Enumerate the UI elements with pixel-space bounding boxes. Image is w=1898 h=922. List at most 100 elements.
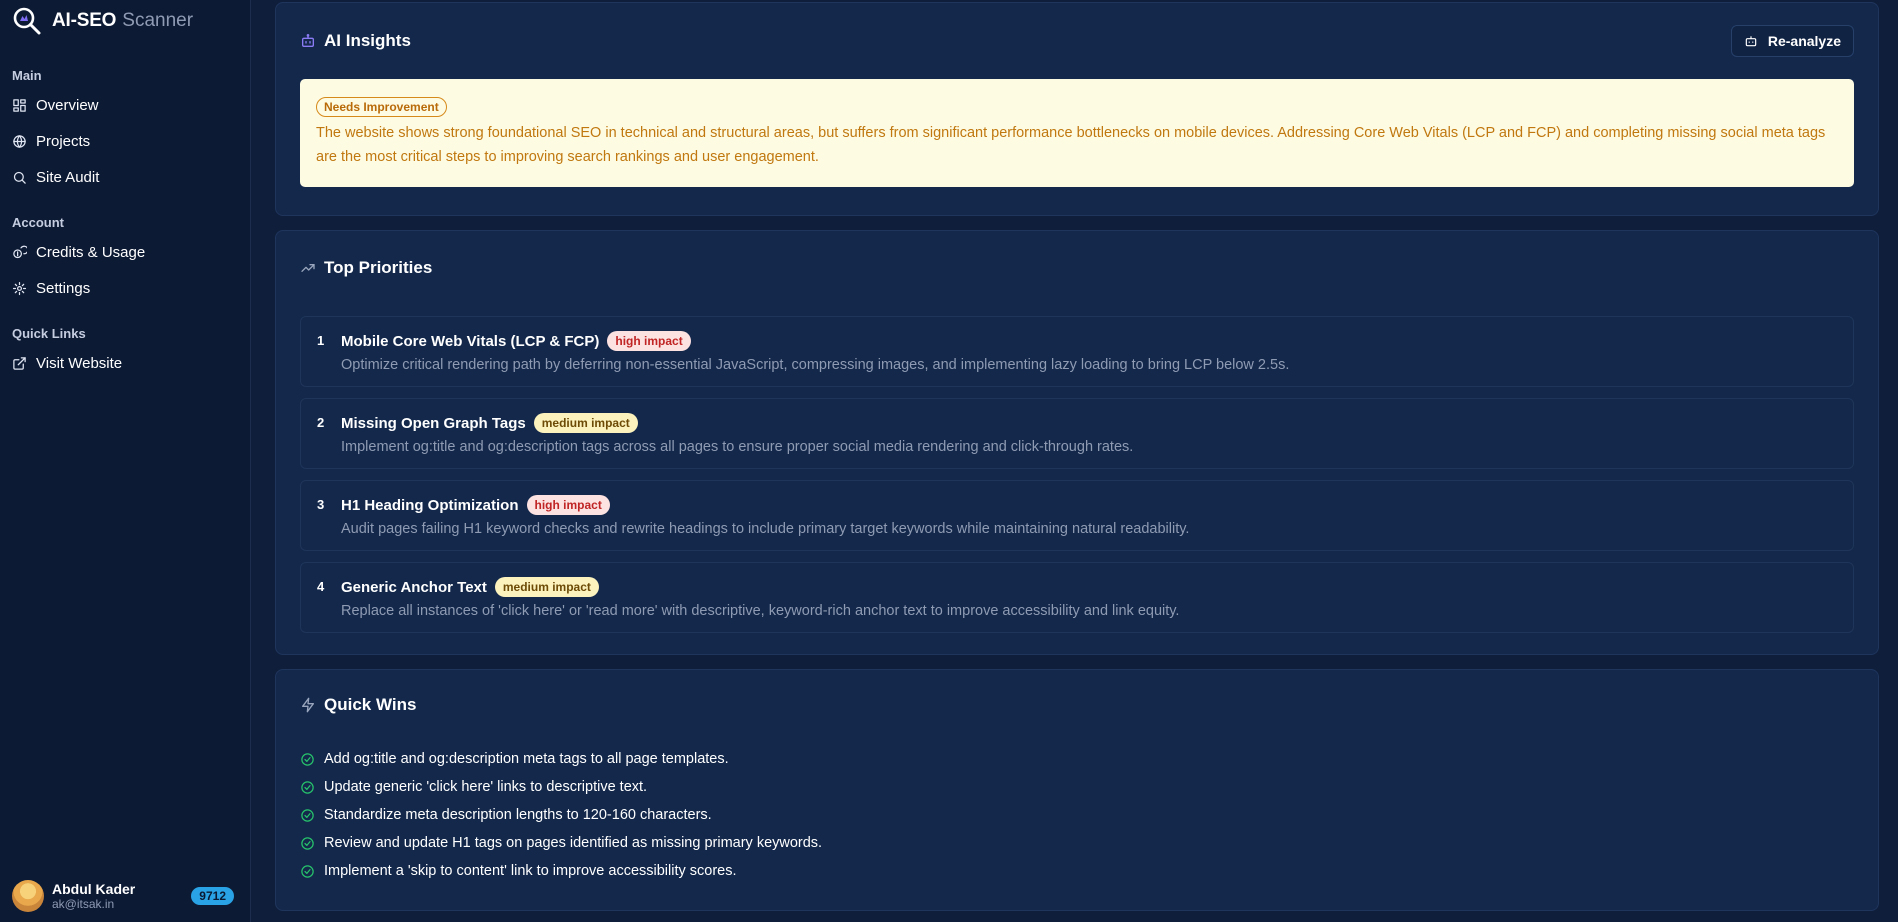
- priority-title: H1 Heading Optimization: [341, 496, 519, 514]
- sidebar-item-projects[interactable]: Projects: [0, 123, 250, 159]
- credits-badge: 9712: [191, 887, 234, 905]
- brand-name: AI-SEO: [52, 10, 117, 31]
- lightning-icon: [302, 697, 314, 713]
- brand-subtitle: Scanner: [122, 10, 194, 31]
- card-header: Quick Wins: [300, 670, 1854, 740]
- quick-win-text: Standardize meta description lengths to …: [324, 807, 712, 823]
- reanalyze-button[interactable]: Re-analyze: [1730, 25, 1854, 57]
- priority-item: 1 Mobile Core Web Vitals (LCP & FCP) hig…: [300, 316, 1854, 387]
- check-circle-icon: [301, 752, 314, 766]
- priority-title-row: Missing Open Graph Tags medium impact: [341, 411, 1839, 435]
- check-circle-icon: [301, 780, 314, 794]
- priority-item: 3 H1 Heading Optimization high impact Au…: [300, 480, 1854, 551]
- priority-title-row: Generic Anchor Text medium impact: [341, 575, 1839, 599]
- priority-item: 2 Missing Open Graph Tags medium impact …: [300, 398, 1854, 469]
- insight-summary-text: The website shows strong foundational SE…: [316, 125, 1826, 165]
- nav-section-quick-links: Quick Links Visit Website: [0, 326, 250, 381]
- priority-description: Optimize critical rendering path by defe…: [341, 357, 1290, 373]
- coins-icon: [13, 245, 27, 258]
- quick-win-text: Add og:title and og:description meta tag…: [324, 751, 729, 767]
- quick-win-text: Update generic 'click here' links to des…: [324, 779, 648, 795]
- priority-title-row: Mobile Core Web Vitals (LCP & FCP) high …: [341, 329, 1839, 353]
- grid-icon: [13, 98, 26, 112]
- bot-icon: [302, 34, 314, 47]
- impact-badge: medium impact: [494, 577, 599, 597]
- priority-item: 4 Generic Anchor Text medium impact Repl…: [300, 562, 1854, 633]
- sidebar-item-overview[interactable]: Overview: [0, 87, 250, 123]
- sidebar-item-visit-website[interactable]: Visit Website: [0, 345, 250, 381]
- check-circle-icon: [301, 864, 314, 878]
- quick-wins-card: Quick Wins Add og:title and og:descripti…: [275, 669, 1879, 911]
- card-title: Quick Wins: [300, 695, 416, 715]
- priority-description: Audit pages failing H1 keyword checks an…: [341, 521, 1190, 537]
- sidebar-item-label: Settings: [36, 279, 91, 297]
- priority-number: 2: [317, 415, 325, 430]
- logo-search-icon: [13, 7, 41, 35]
- card-title: Top Priorities: [300, 258, 432, 278]
- sidebar-item-label: Site Audit: [36, 168, 100, 186]
- priority-title: Generic Anchor Text: [341, 578, 487, 596]
- card-title: AI Insights: [300, 31, 411, 51]
- sidebar-item-credits-usage[interactable]: Credits & Usage: [0, 234, 250, 270]
- list-item: Add og:title and og:description meta tag…: [300, 745, 1854, 773]
- ai-insights-card: AI Insights Re-analyze Needs Improvement…: [275, 2, 1879, 216]
- reanalyze-label: Re-analyze: [1767, 33, 1841, 49]
- sidebar-item-label: Visit Website: [36, 354, 123, 372]
- nav-section-account: Account Credits & Usage Settings: [0, 215, 250, 306]
- priority-number: 1: [317, 333, 325, 348]
- priority-body: Missing Open Graph Tags medium impact Im…: [341, 411, 1839, 468]
- user-email: ak@itsak.in: [52, 897, 115, 911]
- impact-badge: high impact: [607, 331, 691, 351]
- search-icon: [13, 171, 26, 184]
- nav-section-title: Quick Links: [12, 326, 86, 341]
- list-item: Review and update H1 tags on pages ident…: [300, 829, 1854, 857]
- card-header: AI Insights Re-analyze: [300, 3, 1854, 79]
- quick-win-text: Review and update H1 tags on pages ident…: [324, 835, 823, 851]
- list-item: Implement a 'skip to content' link to im…: [300, 857, 1854, 885]
- app-root: AI-SEO Scanner Main Overview Projects Si…: [0, 0, 1898, 922]
- priority-title: Missing Open Graph Tags: [341, 414, 526, 432]
- bot-icon: [1745, 36, 1757, 47]
- priority-title-row: H1 Heading Optimization high impact: [341, 493, 1839, 517]
- top-priorities-card: Top Priorities 1 Mobile Core Web Vitals …: [275, 230, 1879, 655]
- user-name: Abdul Kader: [52, 881, 136, 897]
- nav-section-title: Main: [12, 68, 42, 83]
- main-content: AI Insights Re-analyze Needs Improvement…: [251, 0, 1898, 922]
- check-circle-icon: [301, 808, 314, 822]
- list-item: Standardize meta description lengths to …: [300, 801, 1854, 829]
- sidebar: AI-SEO Scanner Main Overview Projects Si…: [0, 0, 251, 922]
- card-title-text: AI Insights: [324, 31, 411, 50]
- priority-number: 4: [317, 579, 325, 594]
- quick-wins-list: Add og:title and og:description meta tag…: [300, 745, 1854, 885]
- brand[interactable]: AI-SEO Scanner: [0, 0, 250, 42]
- priority-title: Mobile Core Web Vitals (LCP & FCP): [341, 332, 600, 350]
- sidebar-item-label: Credits & Usage: [36, 243, 146, 261]
- list-item: Update generic 'click here' links to des…: [300, 773, 1854, 801]
- check-circle-icon: [301, 836, 314, 850]
- globe-icon: [13, 134, 26, 148]
- user-profile[interactable]: Abdul Kader ak@itsak.in 9712: [12, 876, 234, 916]
- priority-description: Replace all instances of 'click here' or…: [341, 603, 1180, 619]
- priority-description: Implement og:title and og:description ta…: [341, 439, 1134, 455]
- priority-number: 3: [317, 497, 325, 512]
- sidebar-item-label: Projects: [36, 132, 91, 150]
- nav-section-title: Account: [12, 215, 64, 230]
- quick-win-text: Implement a 'skip to content' link to im…: [324, 863, 737, 879]
- gear-icon: [12, 281, 27, 295]
- trending-up-icon: [301, 264, 315, 272]
- sidebar-item-settings[interactable]: Settings: [0, 270, 250, 306]
- insight-summary-box: Needs Improvement The website shows stro…: [300, 79, 1854, 187]
- priority-body: Generic Anchor Text medium impact Replac…: [341, 575, 1839, 632]
- sidebar-item-site-audit[interactable]: Site Audit: [0, 159, 250, 195]
- status-badge: Needs Improvement: [316, 97, 447, 117]
- user-info: Abdul Kader ak@itsak.in: [52, 881, 191, 911]
- priority-body: Mobile Core Web Vitals (LCP & FCP) high …: [341, 329, 1839, 386]
- card-title-text: Quick Wins: [324, 695, 417, 714]
- priority-body: H1 Heading Optimization high impact Audi…: [341, 493, 1839, 550]
- card-header: Top Priorities: [300, 231, 1854, 305]
- impact-badge: medium impact: [533, 413, 638, 433]
- sidebar-item-label: Overview: [36, 96, 99, 114]
- avatar[interactable]: [12, 880, 44, 912]
- external-link-icon: [13, 356, 26, 370]
- card-title-text: Top Priorities: [324, 258, 433, 277]
